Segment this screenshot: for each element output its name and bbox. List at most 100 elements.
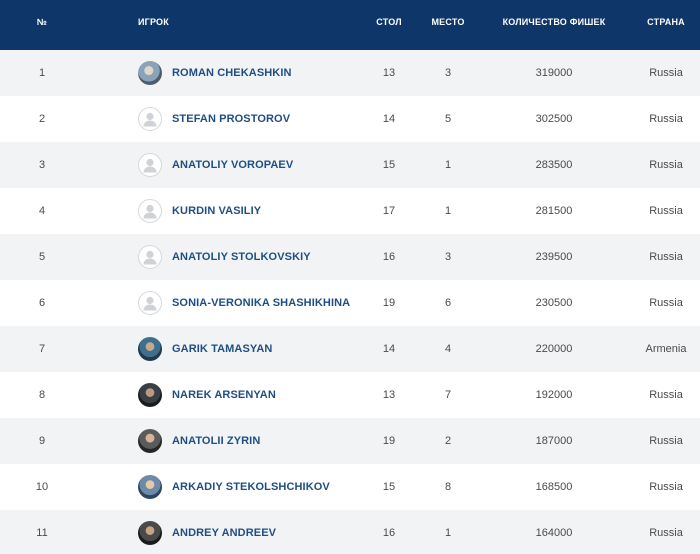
player-cell: ANDREY ANDREEV <box>138 521 276 545</box>
player-cell: ANATOLIY STOLKOVSKIY <box>138 245 311 269</box>
table-row: 1 ROMAN CHEKASHKIN 13 3 319000 Russia <box>0 50 700 96</box>
seat-number: 1 <box>444 159 452 171</box>
table-number: 17 <box>382 205 396 217</box>
row-number: 7 <box>38 343 46 355</box>
row-number: 1 <box>38 67 46 79</box>
player-name-link[interactable]: ROMAN CHEKASHKIN <box>172 67 292 79</box>
table-row: 4 KURDIN VASILIY 17 1 281500 Russia <box>0 188 700 234</box>
player-cell: SONIA-VERONIKA SHASHIKHINA <box>138 291 350 315</box>
header-number: № <box>36 17 48 27</box>
seat-number: 3 <box>444 251 452 263</box>
player-name-link[interactable]: ANATOLIY VOROPAEV <box>172 159 293 171</box>
player-cell: ARKADIY STEKOLSHCHIKOV <box>138 475 330 499</box>
chip-count: 319000 <box>535 67 573 79</box>
chip-count: 239500 <box>535 251 573 263</box>
row-number: 2 <box>38 113 46 125</box>
row-number: 4 <box>38 205 46 217</box>
table-row: 9 ANATOLII ZYRIN 19 2 187000 Russia <box>0 418 700 464</box>
player-name-link[interactable]: STEFAN PROSTOROV <box>172 113 290 125</box>
avatar <box>138 521 162 545</box>
player-name-link[interactable]: ANATOLIY STOLKOVSKIY <box>172 251 311 263</box>
chip-counts-table: № ИГРОК СТОЛ МЕСТО КОЛИЧЕСТВО ФИШЕК СТРА… <box>0 0 700 554</box>
avatar <box>138 383 162 407</box>
country: Russia <box>649 527 683 539</box>
seat-number: 6 <box>444 297 452 309</box>
table-row: 8 NAREK ARSENYAN 13 7 192000 Russia <box>0 372 700 418</box>
country: Russia <box>649 297 683 309</box>
player-cell: KURDIN VASILIY <box>138 199 261 223</box>
player-cell: ANATOLIY VOROPAEV <box>138 153 293 177</box>
player-name-link[interactable]: GARIK TAMASYAN <box>172 343 272 355</box>
country: Russia <box>649 67 683 79</box>
header-country: СТРАНА <box>647 17 685 27</box>
row-number: 8 <box>38 389 46 401</box>
table-number: 19 <box>382 297 396 309</box>
header-player: ИГРОК <box>138 17 169 27</box>
avatar <box>138 199 162 223</box>
country: Russia <box>649 113 683 125</box>
table-row: 6 SONIA-VERONIKA SHASHIKHINA 19 6 230500 Russ… <box>0 280 700 326</box>
country: Russia <box>649 389 683 401</box>
chip-count: 283500 <box>535 159 573 171</box>
table-number: 15 <box>382 481 396 493</box>
player-name-link[interactable]: ANATOLII ZYRIN <box>172 435 260 447</box>
chip-count: 302500 <box>535 113 573 125</box>
player-name-link[interactable]: ARKADIY STEKOLSHCHIKOV <box>172 481 330 493</box>
player-cell: ROMAN CHEKASHKIN <box>138 61 292 85</box>
seat-number: 3 <box>444 67 452 79</box>
chip-count: 164000 <box>535 527 573 539</box>
table-number: 19 <box>382 435 396 447</box>
table-row: 7 GARIK TAMASYAN 14 4 220000 Armenia <box>0 326 700 372</box>
country: Russia <box>649 159 683 171</box>
seat-number: 5 <box>444 113 452 125</box>
avatar <box>138 429 162 453</box>
seat-number: 1 <box>444 205 452 217</box>
table-number: 14 <box>382 113 396 125</box>
row-number: 9 <box>38 435 46 447</box>
row-number: 3 <box>38 159 46 171</box>
table-row: 10 ARKADIY STEKOLSHCHIKOV 15 8 168500 Russia <box>0 464 700 510</box>
seat-number: 8 <box>444 481 452 493</box>
table-row: 3 ANATOLIY VOROPAEV 15 1 283500 Russia <box>0 142 700 188</box>
table-number: 13 <box>382 67 396 79</box>
player-cell: ANATOLII ZYRIN <box>138 429 260 453</box>
avatar <box>138 475 162 499</box>
player-name-link[interactable]: NAREK ARSENYAN <box>172 389 276 401</box>
chip-count: 192000 <box>535 389 573 401</box>
player-name-link[interactable]: SONIA-VERONIKA SHASHIKHINA <box>172 297 350 309</box>
country: Russia <box>649 205 683 217</box>
table-row: 11 ANDREY ANDREEV 16 1 164000 Russia <box>0 510 700 554</box>
seat-number: 2 <box>444 435 452 447</box>
header-chips: КОЛИЧЕСТВО ФИШЕК <box>502 17 606 27</box>
avatar <box>138 245 162 269</box>
table-row: 5 ANATOLIY STOLKOVSKIY 16 3 239500 Russia <box>0 234 700 280</box>
player-name-link[interactable]: ANDREY ANDREEV <box>172 527 276 539</box>
header-table: СТОЛ <box>376 17 402 27</box>
avatar <box>138 337 162 361</box>
chip-count: 187000 <box>535 435 573 447</box>
table-number: 16 <box>382 251 396 263</box>
country: Russia <box>649 435 683 447</box>
avatar <box>138 153 162 177</box>
avatar <box>138 107 162 131</box>
country: Armenia <box>645 343 687 355</box>
row-number: 11 <box>36 527 48 539</box>
chip-count: 168500 <box>535 481 573 493</box>
country: Russia <box>649 481 683 493</box>
country: Russia <box>649 251 683 263</box>
seat-number: 1 <box>444 527 452 539</box>
row-number: 10 <box>35 481 49 493</box>
table-number: 13 <box>382 389 396 401</box>
player-cell: GARIK TAMASYAN <box>138 337 272 361</box>
avatar <box>138 61 162 85</box>
table-number: 15 <box>382 159 396 171</box>
player-cell: NAREK ARSENYAN <box>138 383 276 407</box>
chip-count: 281500 <box>535 205 573 217</box>
player-name-link[interactable]: KURDIN VASILIY <box>172 205 261 217</box>
row-number: 5 <box>38 251 46 263</box>
table-row: 2 STEFAN PROSTOROV 14 5 302500 Russia <box>0 96 700 142</box>
table-header: № ИГРОК СТОЛ МЕСТО КОЛИЧЕСТВО ФИШЕК СТРА… <box>0 0 700 50</box>
player-cell: STEFAN PROSTOROV <box>138 107 290 131</box>
row-number: 6 <box>38 297 46 309</box>
table-body: 1 ROMAN CHEKASHKIN 13 3 319000 Russia 2 STEFAN … <box>0 50 700 554</box>
